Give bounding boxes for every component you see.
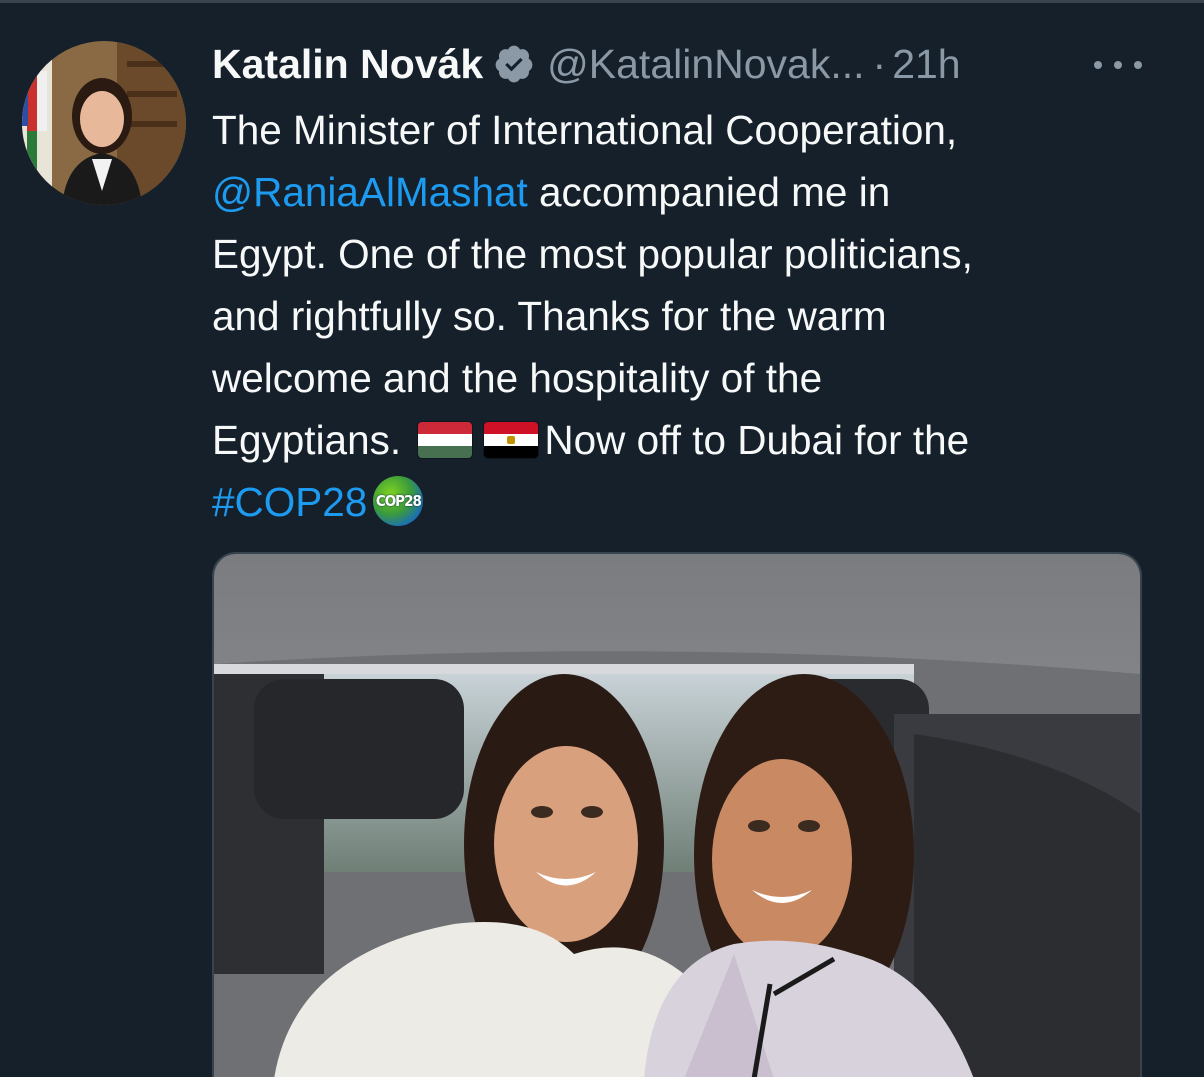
text-line: The Minister of International Cooperatio… (212, 107, 958, 153)
separator-dot: · (872, 40, 887, 87)
tweet-photo[interactable] (212, 552, 1142, 1077)
cop28-globe-emoji: COP28 (373, 476, 424, 526)
more-options-icon[interactable] (1094, 49, 1142, 81)
text-line: #COP28 COP28 (212, 471, 1192, 533)
author-name[interactable]: Katalin Novák (212, 41, 483, 88)
hungary-flag-emoji (418, 422, 473, 458)
tweet-card[interactable]: Katalin Novák @KatalinNovak... · 21h The… (0, 3, 1204, 1077)
tweet-header: Katalin Novák @KatalinNovak... · 21h (212, 35, 961, 93)
text-line: and rightfully so. Thanks for the warm (212, 293, 887, 339)
text-segment: Now off to Dubai for the (544, 417, 970, 463)
text-segment: accompanied me in (539, 169, 891, 215)
author-handle[interactable]: @KatalinNovak... (547, 41, 864, 88)
text-segment: Egyptians. (212, 417, 402, 463)
verified-badge-icon (493, 43, 535, 85)
mention-link[interactable]: @RaniaAlMashat (212, 169, 528, 215)
text-line: Egyptians. Now off to Dubai for the (212, 409, 1192, 471)
text-line: Egypt. One of the most popular politicia… (212, 231, 973, 277)
timestamp[interactable]: 21h (892, 41, 960, 88)
hashtag-link[interactable]: #COP28 (212, 479, 367, 525)
avatar[interactable] (22, 41, 186, 205)
text-line: @RaniaAlMashat accompanied me in (212, 161, 1192, 223)
text-line: welcome and the hospitality of the (212, 355, 823, 401)
tweet-text: The Minister of International Cooperatio… (212, 99, 1192, 533)
cop28-badge-label: COP28 (375, 492, 422, 510)
egypt-flag-emoji (484, 422, 539, 458)
